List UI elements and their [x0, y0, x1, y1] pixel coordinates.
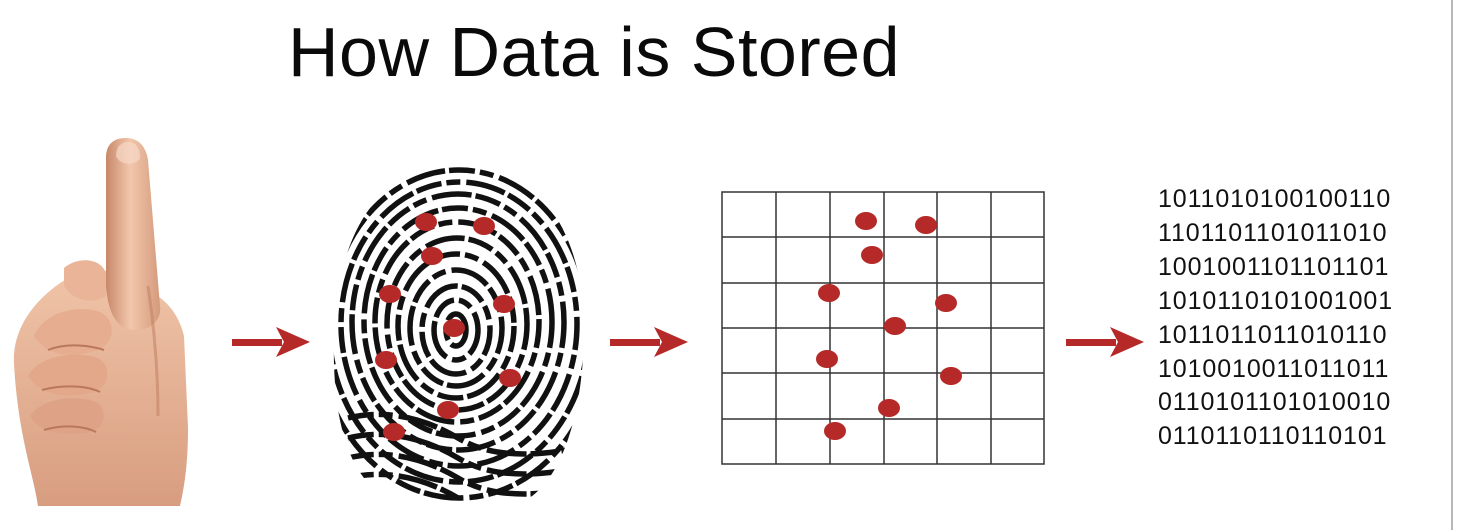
hand-icon	[13, 138, 188, 506]
binary-line: 1011010100100110	[1158, 185, 1392, 213]
slide-border	[1451, 0, 1453, 530]
binary-line: 0110110110110101	[1158, 422, 1388, 451]
minutiae-grid-icon	[721, 191, 1045, 465]
right-arrow-icon	[610, 327, 688, 357]
binary-line: 1101101101011010	[1158, 218, 1388, 247]
fingerprint-icon	[333, 164, 585, 501]
binary-line: 1001001101101101	[1158, 252, 1390, 281]
binary-line: 1010010011011011	[1158, 354, 1390, 383]
right-arrow-icon	[1066, 327, 1144, 357]
binary-line: 1011011011010110	[1158, 320, 1388, 349]
right-arrow-icon	[232, 327, 310, 357]
binary-line: 0110101101010010	[1158, 388, 1392, 417]
binary-data-list: 1011010100100110 1101101101011010 100100…	[1158, 183, 1393, 454]
slide-title: How Data is Stored	[288, 13, 901, 91]
binary-line: 1010110101001001	[1158, 286, 1394, 315]
